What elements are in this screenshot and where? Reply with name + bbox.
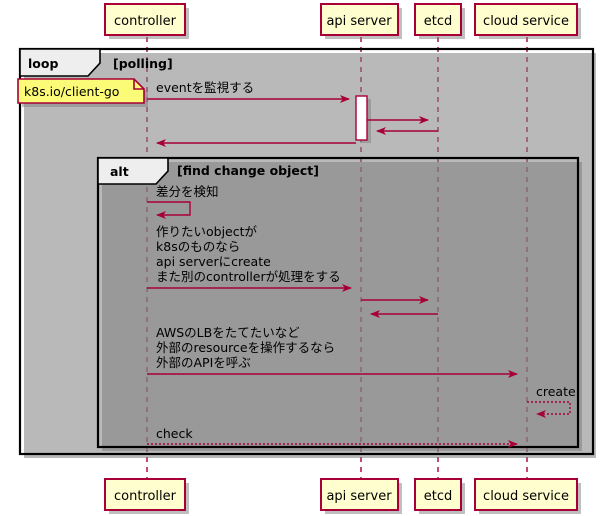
- participant-controller-bottom-label: controller: [114, 489, 177, 504]
- participant-cloud-service-top[interactable]: cloud service: [474, 3, 581, 39]
- participant-api-server-top[interactable]: api server: [320, 3, 402, 39]
- message-call-external-api-line-0: AWSのLBをたてたいなど: [156, 325, 300, 340]
- loop-frame-guard: [polling]: [113, 56, 173, 71]
- message-watch-event-label: eventを監視する: [156, 80, 254, 95]
- participant-cloud-service-bottom-label: cloud service: [483, 489, 569, 504]
- loop-frame-kind: loop: [28, 56, 58, 71]
- participant-controller-bottom[interactable]: controller: [104, 478, 189, 514]
- message-call-external-api-line-2: 外部のAPIを呼ぶ: [156, 355, 251, 370]
- participant-etcd-top[interactable]: etcd: [414, 3, 465, 39]
- message-cloud-create-self-label: create: [536, 384, 576, 399]
- participant-etcd-bottom-label: etcd: [424, 489, 453, 504]
- participant-api-server-bottom[interactable]: api server: [320, 478, 402, 514]
- message-create-k8s-object-line-1: k8sのものなら: [156, 239, 240, 254]
- alt-frame-guard: [find change object]: [177, 163, 319, 178]
- participant-controller-top-label: controller: [114, 14, 177, 29]
- message-detect-diff-label: 差分を検知: [156, 184, 219, 199]
- participant-controller-top[interactable]: controller: [104, 3, 189, 39]
- diagram-svg: loop [polling] alt [find change object] …: [17, 3, 596, 514]
- participant-cloud-service-bottom[interactable]: cloud service: [474, 478, 581, 514]
- note-client-go: k8s.io/client-go: [17, 78, 148, 107]
- message-call-external-api-line-1: 外部のresourceを操作するなら: [156, 340, 335, 355]
- participant-etcd-top-label: etcd: [424, 14, 453, 29]
- participant-api-server-top-label: api server: [326, 14, 392, 29]
- note-client-go-label: k8s.io/client-go: [24, 84, 119, 99]
- alt-frame-kind: alt: [110, 164, 129, 179]
- participant-cloud-service-top-label: cloud service: [483, 14, 569, 29]
- message-create-k8s-object-line-3: また別のcontrollerが処理をする: [156, 269, 341, 284]
- participant-etcd-bottom[interactable]: etcd: [414, 478, 465, 514]
- message-check-label: check: [156, 426, 193, 441]
- sequence-diagram-canvas: loop [polling] alt [find change object] …: [0, 0, 613, 516]
- participant-api-server-bottom-label: api server: [326, 489, 392, 504]
- message-create-k8s-object-line-2: api serverにcreate: [156, 254, 271, 269]
- message-create-k8s-object-line-0: 作りたいobjectが: [156, 224, 258, 239]
